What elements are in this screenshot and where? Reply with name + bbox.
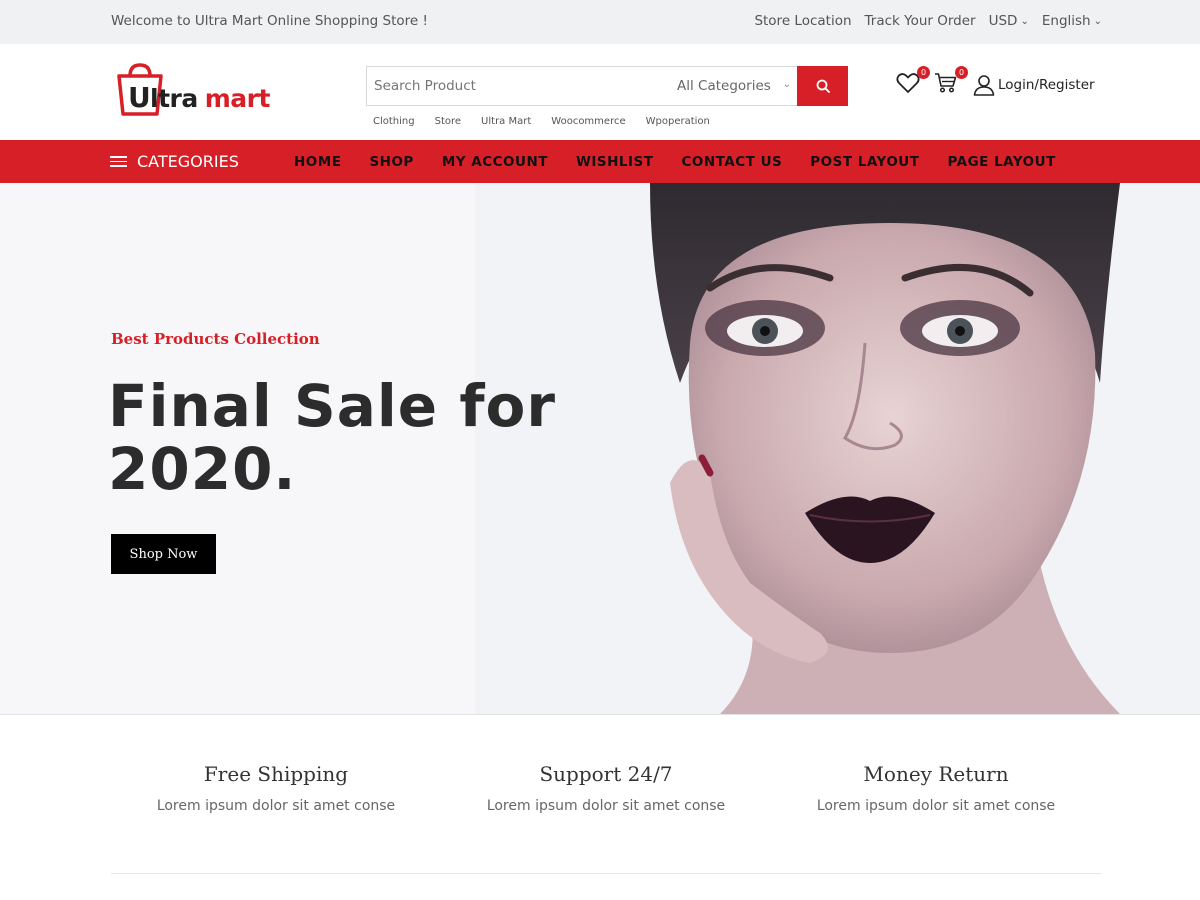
top-bar-links: Store Location Track Your Order USD ⌄ Eng… <box>754 13 1102 29</box>
feature-description: Lorem ipsum dolor sit amet conse <box>816 798 1056 814</box>
popular-tags: Clothing Store Ultra Mart Woocommerce Wp… <box>373 116 710 127</box>
feature-title: Support 24/7 <box>539 762 673 786</box>
nav-menu: HOME SHOP MY ACCOUNT WISHLIST CONTACT US… <box>294 154 1056 170</box>
search-icon <box>816 79 830 93</box>
nav-item-page-layout[interactable]: PAGE LAYOUT <box>947 154 1055 170</box>
site-logo[interactable]: U ltra mart <box>114 60 304 120</box>
hero-eyebrow-text: Best Products Collection <box>111 330 320 348</box>
language-label: English <box>1041 13 1091 29</box>
feature-title: Money Return <box>863 762 1009 786</box>
hero-model-photo <box>650 183 1120 714</box>
logo-text-ultra: ltra <box>150 84 198 113</box>
track-order-link[interactable]: Track Your Order <box>865 13 976 29</box>
tag-link[interactable]: Woocommerce <box>551 116 625 127</box>
tag-link[interactable]: Wpoperation <box>646 116 710 127</box>
search-bar: All Categories ⌄ <box>366 66 848 106</box>
language-selector[interactable]: English ⌄ <box>1042 13 1102 29</box>
currency-label: USD <box>988 13 1018 29</box>
chevron-down-icon: ⌄ <box>1093 16 1102 27</box>
nav-item-post-layout[interactable]: POST LAYOUT <box>810 154 919 170</box>
feature-description: Lorem ipsum dolor sit amet conse <box>486 798 726 814</box>
top-bar: Welcome to Ultra Mart Online Shopping St… <box>0 0 1200 44</box>
categories-menu-button[interactable]: CATEGORIES <box>110 152 239 171</box>
login-register-label: Login/Register <box>998 77 1095 93</box>
logo-initial: U <box>128 81 151 114</box>
store-location-link[interactable]: Store Location <box>754 13 851 29</box>
search-button[interactable] <box>797 66 848 106</box>
nav-item-my-account[interactable]: MY ACCOUNT <box>442 154 548 170</box>
feature-free-shipping: Free Shipping Lorem ipsum dolor sit amet… <box>111 762 441 814</box>
wishlist-button[interactable]: 0 <box>896 66 930 98</box>
cart-count-badge: 0 <box>955 66 968 79</box>
feature-title: Free Shipping <box>203 762 349 786</box>
logo-text-mart: mart <box>204 84 271 113</box>
nav-item-contact-us[interactable]: CONTACT US <box>681 154 782 170</box>
shop-now-button[interactable]: Shop Now <box>111 534 216 574</box>
features-section: Free Shipping Lorem ipsum dolor sit amet… <box>111 714 1101 874</box>
feature-support: Support 24/7 Lorem ipsum dolor sit amet … <box>441 762 771 814</box>
site-header: U ltramart All Categories ⌄ Clothing Sto… <box>0 44 1200 140</box>
chevron-down-icon: ⌄ <box>782 79 791 90</box>
hero-banner: Best Products Collection Final Sale for … <box>0 183 1200 714</box>
tag-link[interactable]: Store <box>435 116 461 127</box>
hero-title: Final Sale for 2020. <box>108 372 557 503</box>
nav-item-shop[interactable]: SHOP <box>369 154 413 170</box>
user-icon <box>973 75 995 96</box>
search-input[interactable] <box>367 67 667 105</box>
main-navigation: CATEGORIES HOME SHOP MY ACCOUNT WISHLIST… <box>0 140 1200 183</box>
logo-text: ltra mart <box>150 84 270 113</box>
feature-description: Lorem ipsum dolor sit amet conse <box>156 798 396 814</box>
currency-selector[interactable]: USD ⌄ <box>989 13 1029 29</box>
tag-link[interactable]: Clothing <box>373 116 415 127</box>
heart-icon <box>896 73 920 93</box>
wishlist-count-badge: 0 <box>917 66 930 79</box>
category-select-label: All Categories <box>677 78 771 94</box>
welcome-message: Welcome to Ultra Mart Online Shopping St… <box>111 13 428 29</box>
menu-icon <box>110 156 127 167</box>
cart-icon <box>935 73 957 93</box>
tag-link[interactable]: Ultra Mart <box>481 116 531 127</box>
category-select[interactable]: All Categories ⌄ <box>667 67 797 105</box>
categories-label: CATEGORIES <box>137 152 239 171</box>
chevron-down-icon: ⌄ <box>1020 16 1029 27</box>
login-register-link[interactable]: Login/Register <box>973 74 1095 96</box>
feature-money-return: Money Return Lorem ipsum dolor sit amet … <box>771 762 1101 814</box>
nav-item-wishlist[interactable]: WISHLIST <box>576 154 654 170</box>
nav-item-home[interactable]: HOME <box>294 154 341 170</box>
cart-button[interactable]: 0 <box>934 66 968 98</box>
